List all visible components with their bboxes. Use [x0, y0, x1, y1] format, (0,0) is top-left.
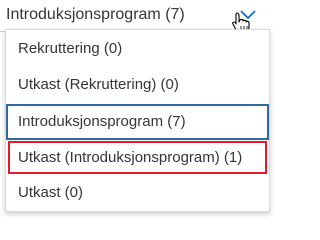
list-item-selected[interactable]: Introduksjonsprogram (7)	[6, 104, 269, 140]
list-item[interactable]: Rekruttering (0)	[6, 32, 269, 68]
status-select[interactable]: Introduksjonsprogram (7)	[0, 0, 266, 34]
list-item[interactable]: Utkast (Introduksjonsprogram) (1)	[6, 141, 269, 177]
dropdown-list: Rekruttering (0) Utkast (Rekruttering) (…	[5, 29, 270, 212]
select-value: Introduksjonsprogram (7)	[6, 6, 185, 23]
list-item[interactable]: Utkast (Rekruttering) (0)	[6, 68, 269, 104]
list-item[interactable]: Utkast (0)	[6, 176, 269, 212]
